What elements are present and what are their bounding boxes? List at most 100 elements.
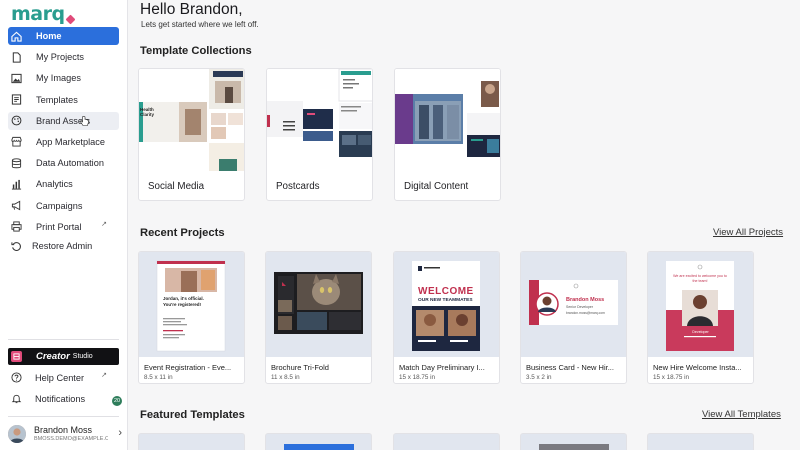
featured-template-card[interactable] [647, 433, 754, 450]
sidebar-divider [8, 416, 119, 417]
collection-label: Postcards [276, 181, 320, 192]
sidebar-divider [8, 339, 119, 340]
welcome-message-text: We are excited to welcome you to the tea… [673, 274, 727, 283]
user-menu[interactable]: Brandon Moss BMOSS.DEMO@EXAMPLE.C... › [8, 424, 122, 446]
social-thumb-text: Health Clarity [140, 107, 155, 117]
sidebar-item-brand-assets[interactable]: Brand Assets [8, 111, 119, 130]
sidebar-item-label: My Projects [36, 52, 84, 63]
templates-icon [10, 93, 23, 106]
sidebar-item-label: Analytics [36, 179, 73, 190]
project-card-event-registration[interactable]: Jordan, it's official. You're registered… [138, 251, 245, 384]
featured-template-card[interactable] [265, 433, 372, 450]
template-collections-title: Template Collections [140, 45, 252, 57]
creator-studio-button[interactable]: Creator Studio [8, 348, 119, 365]
project-card-match-day[interactable]: WELCOME OUR NEW TEAMMATES Match Day Prel… [393, 251, 500, 384]
creator-label: Creator [36, 351, 70, 362]
recent-projects-title: Recent Projects [140, 227, 225, 239]
project-title: Brochure Tri-Fold [271, 363, 329, 372]
sidebar-item-my-projects[interactable]: My Projects [8, 48, 119, 66]
project-size: 3.5 x 2 in [526, 374, 552, 381]
project-card-brochure[interactable]: Brochure Tri-Fold 11 x 8.5 in [265, 251, 372, 384]
sidebar-item-campaigns[interactable]: Campaigns [8, 197, 119, 215]
bar-chart-icon [10, 178, 23, 191]
logo-mark [65, 14, 76, 25]
card-email-text: brandon.moss@marq.com [566, 311, 605, 315]
collection-thumbnail [267, 69, 372, 171]
featured-template-card[interactable] [520, 433, 627, 450]
collection-digital-content[interactable]: Digital Content [394, 68, 501, 201]
sidebar-nav: Home My Projects My Images Templates Bra… [8, 27, 119, 239]
view-all-projects-link[interactable]: View All Projects [713, 227, 783, 238]
new-hire-role-text: Developer [692, 330, 709, 334]
project-title: Match Day Preliminary I... [399, 363, 485, 372]
collection-thumbnail [395, 69, 500, 171]
project-card-business-card[interactable]: Brandon Moss Senior Developer brandon.mo… [520, 251, 627, 384]
database-icon [10, 157, 23, 170]
project-title: Event Registration - Eve... [144, 363, 232, 372]
file-icon [10, 51, 23, 64]
marq-logo[interactable]: marq [11, 3, 76, 25]
restore-icon [10, 240, 23, 252]
sidebar-item-label: My Images [36, 73, 81, 84]
sidebar-item-data-automation[interactable]: Data Automation [8, 154, 119, 172]
collection-postcards[interactable]: Postcards [266, 68, 373, 201]
project-size: 15 x 18.75 in [399, 374, 436, 381]
greeting-heading: Hello Brandon, [140, 1, 243, 18]
studio-label: Studio [72, 353, 93, 360]
featured-template-card[interactable] [138, 433, 245, 450]
sidebar-item-app-marketplace[interactable]: App Marketplace [8, 133, 119, 151]
sidebar-item-home[interactable]: Home [8, 27, 119, 45]
notifications-badge: 20 [112, 396, 122, 406]
project-size: 15 x 18.75 in [653, 374, 690, 381]
restore-admin-link[interactable]: Restore Admin [8, 240, 92, 252]
image-icon [10, 72, 23, 85]
store-icon [10, 135, 23, 148]
restore-admin-label: Restore Admin [32, 241, 93, 251]
featured-template-card[interactable] [393, 433, 500, 450]
project-thumbnail: Jordan, it's official. You're registered… [139, 252, 244, 357]
sidebar-item-label: App Marketplace [36, 136, 105, 147]
sidebar-item-label: Print Portal [36, 221, 82, 232]
project-thumbnail: WELCOME OUR NEW TEAMMATES [394, 252, 499, 357]
teammates-thumb-text: OUR NEW TEAMMATES [418, 298, 473, 303]
creator-studio-icon [11, 351, 22, 362]
card-name-text: Brandon Moss [566, 297, 605, 303]
event-thumb-heading: Jordan, it's official. You're registered… [163, 296, 204, 307]
help-icon [10, 371, 23, 384]
collection-label: Social Media [148, 181, 205, 192]
help-center-label: Help Center [35, 372, 85, 383]
project-size: 8.5 x 11 in [144, 374, 173, 381]
notifications-link[interactable]: Notifications [8, 391, 119, 406]
card-role-text: Senior Developer [566, 305, 594, 309]
user-name: Brandon Moss [34, 425, 93, 435]
view-all-templates-link[interactable]: View All Templates [702, 409, 781, 420]
megaphone-icon [10, 199, 23, 212]
avatar [8, 425, 26, 443]
sidebar-item-templates[interactable]: Templates [8, 91, 119, 109]
greeting-subtitle: Lets get started where we left off. [141, 20, 259, 29]
project-title: New Hire Welcome Insta... [653, 363, 742, 372]
welcome-thumb-text: WELCOME [418, 286, 474, 297]
sidebar-item-label: Data Automation [36, 158, 104, 169]
collection-social-media[interactable]: Health Clarity Social Media [138, 68, 245, 201]
main-content: Hello Brandon, Lets get started where we… [128, 0, 800, 450]
sidebar-item-print-portal[interactable]: Print Portal ↗ [8, 218, 119, 236]
chevron-right-icon: › [118, 427, 122, 439]
palette-icon [10, 114, 23, 127]
collection-label: Digital Content [404, 181, 469, 192]
bell-icon [10, 392, 23, 405]
printer-icon [10, 220, 23, 233]
external-link-icon: ↗ [101, 220, 107, 228]
sidebar-item-my-images[interactable]: My Images [8, 69, 119, 87]
sidebar: marq Home My Projects My Images Template… [0, 0, 128, 450]
sidebar-item-analytics[interactable]: Analytics [8, 175, 119, 193]
home-icon [10, 30, 23, 43]
project-card-new-hire-welcome[interactable]: We are excited to welcome you to the tea… [647, 251, 754, 384]
project-thumbnail: We are excited to welcome you to the tea… [648, 252, 753, 357]
sidebar-item-label: Home [36, 31, 62, 41]
sidebar-item-label: Templates [36, 94, 78, 105]
hand-cursor-icon [80, 115, 89, 129]
project-thumbnail: Brandon Moss Senior Developer brandon.mo… [521, 252, 626, 357]
featured-templates-title: Featured Templates [140, 409, 245, 421]
help-center-link[interactable]: Help Center ↗ [8, 370, 119, 385]
